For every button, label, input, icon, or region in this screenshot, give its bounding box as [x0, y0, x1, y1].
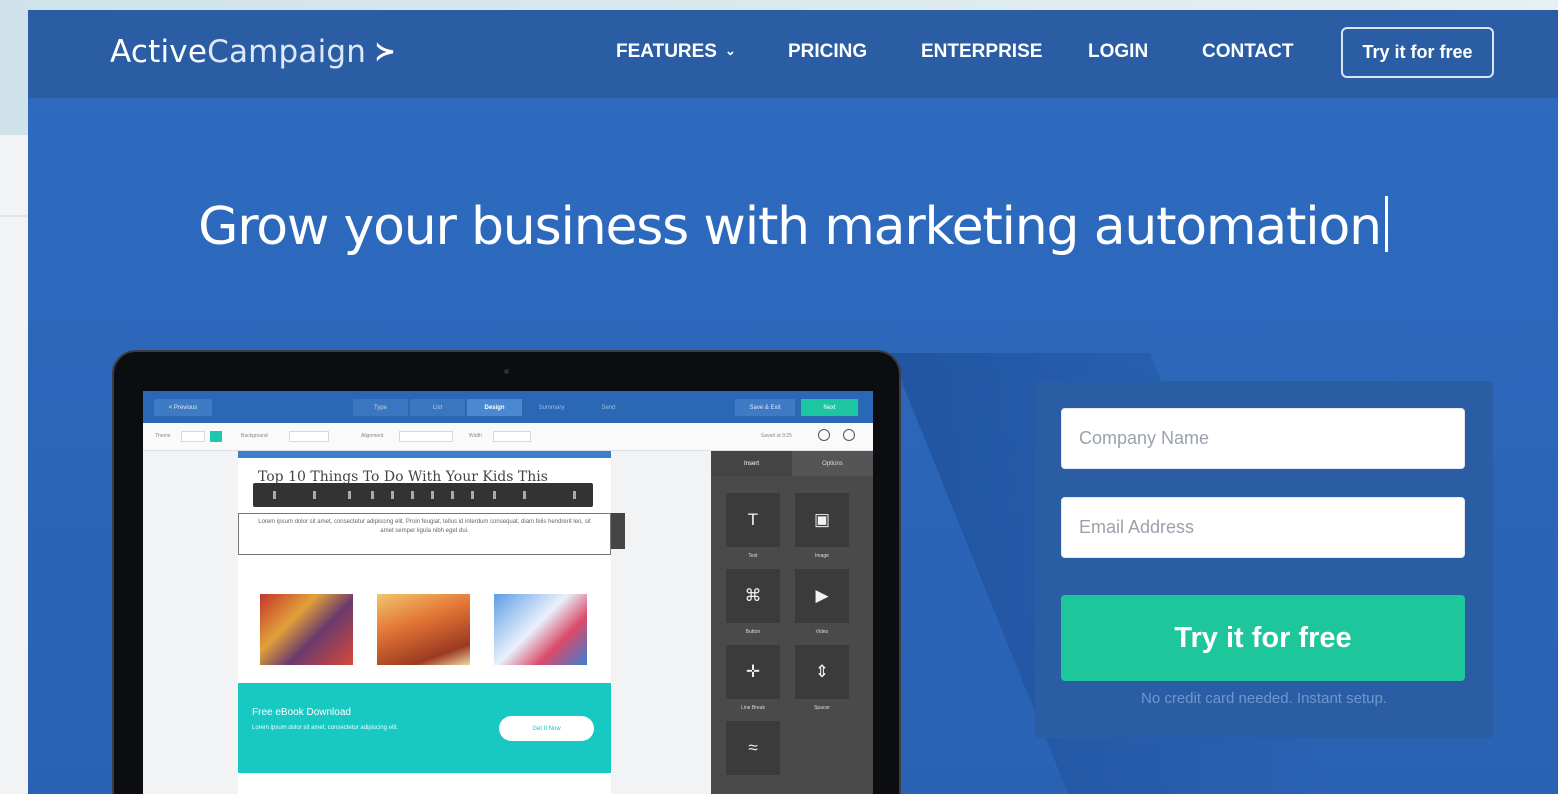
step-list: List [410, 399, 465, 416]
line-break-icon: ✛ [726, 645, 780, 699]
design-toolbar: Theme Background Alignment Width Saved a… [143, 423, 873, 451]
tool-width: Width [469, 433, 482, 439]
backdrop-strip [0, 135, 28, 794]
save-exit-button: Save & Exit [735, 399, 795, 416]
tile-label-video: Video [815, 629, 829, 635]
step-design: Design [467, 399, 522, 416]
chevron-down-icon: ⌄ [724, 43, 736, 58]
banner-title: Free eBook Download [252, 707, 351, 718]
app-header: < Previous Type List Design Summary Send… [143, 391, 873, 423]
tool-background: Background [241, 433, 268, 439]
email-header-strip [238, 451, 611, 458]
wizard-steps: Type List Design Summary Send [353, 399, 638, 416]
tile-label-button: Button [745, 629, 761, 635]
alignment-box [399, 431, 453, 442]
tile-label-spacer: Spacer [814, 705, 830, 711]
headline-lead: Grow your business with [198, 197, 825, 257]
ebook-banner: Free eBook Download Lorem ipsum dolor si… [238, 683, 611, 773]
signup-form: Company Name Email Address Try it for fr… [1035, 381, 1493, 738]
signup-note: No credit card needed. Instant setup. [1141, 690, 1387, 707]
next-button: Next [801, 399, 858, 416]
laptop-mockup: < Previous Type List Design Summary Send… [112, 350, 901, 794]
image-icon: ▣ [795, 493, 849, 547]
insert-panel: Insert Options T Text ▣ Image ⌘ Button ▶… [711, 451, 873, 794]
step-send: Send [601, 404, 616, 411]
banner-button: Get It Now [499, 716, 594, 741]
photo-parade [260, 594, 353, 665]
headline-emphasis: marketing automation [824, 197, 1382, 257]
tab-insert: Insert [711, 451, 792, 476]
nav-features[interactable]: FEATURES ⌄ [616, 41, 736, 63]
laptop-camera [504, 369, 509, 374]
email-canvas: Top 10 Things To Do With Your Kids This … [143, 451, 711, 794]
preview-icon [818, 429, 830, 441]
nav-login[interactable]: LOGIN [1088, 41, 1148, 63]
typing-cursor [1384, 196, 1388, 252]
nav-contact[interactable]: CONTACT [1202, 41, 1293, 63]
photo-ride [494, 594, 587, 665]
block-controls [611, 513, 625, 549]
previous-button: < Previous [154, 399, 212, 416]
video-icon: ▶ [795, 569, 849, 623]
theme-swatch [210, 431, 222, 442]
logo-chevron-icon: ≻ [374, 37, 397, 67]
gear-icon [843, 429, 855, 441]
tool-saved: Saved at 9:25 [761, 433, 792, 439]
email-field[interactable]: Email Address [1061, 497, 1465, 558]
tile-label-text: Text [748, 553, 758, 559]
top-navbar: Active Campaign ≻ FEATURES ⌄ PRICING ENTERP… [28, 10, 1558, 98]
logo-active: Active [110, 34, 208, 70]
tile-label-line-break: Line Break [741, 705, 765, 711]
panel-tabs: Insert Options [711, 451, 873, 476]
company-name-field[interactable]: Company Name [1061, 408, 1465, 469]
spacer-icon: ⇕ [795, 645, 849, 699]
tool-alignment: Alignment [361, 433, 384, 439]
banner-subtitle: Lorem ipsum dolor sit amet, consectetur … [252, 725, 399, 731]
try-free-button[interactable]: Try it for free [1061, 595, 1465, 681]
tile-label-image: Image [815, 553, 829, 559]
backdrop-divider [0, 215, 28, 217]
nav-features-label: FEATURES [616, 41, 717, 62]
format-toolbar [253, 483, 593, 507]
step-summary: Summary [538, 404, 565, 411]
logo-campaign: Campaign [207, 34, 367, 70]
nav-try-free-button[interactable]: Try it for free [1341, 27, 1494, 78]
button-icon: ⌘ [726, 569, 780, 623]
email-body: Top 10 Things To Do With Your Kids This … [238, 451, 625, 794]
nav-enterprise[interactable]: ENTERPRISE [921, 41, 1042, 63]
step-type: Type [353, 399, 408, 416]
photo-carousel [377, 594, 470, 665]
laptop-screen: < Previous Type List Design Summary Send… [143, 391, 873, 794]
landing-page: Active Campaign ≻ FEATURES ⌄ PRICING ENTERP… [28, 10, 1558, 794]
tool-theme: Theme [155, 433, 171, 439]
background-box [289, 431, 329, 442]
width-box [493, 431, 531, 442]
text-icon: T [726, 493, 780, 547]
logo[interactable]: Active Campaign ≻ [110, 34, 396, 70]
theme-box [181, 431, 205, 442]
tab-options: Options [822, 460, 843, 467]
rss-icon: ≈ [726, 721, 780, 775]
lorem-text-block: Lorem ipsum dolor sit amet, consectetur … [238, 513, 611, 555]
nav-pricing[interactable]: PRICING [788, 41, 867, 63]
hero-headline: Grow your business with marketing automa… [28, 196, 1558, 257]
